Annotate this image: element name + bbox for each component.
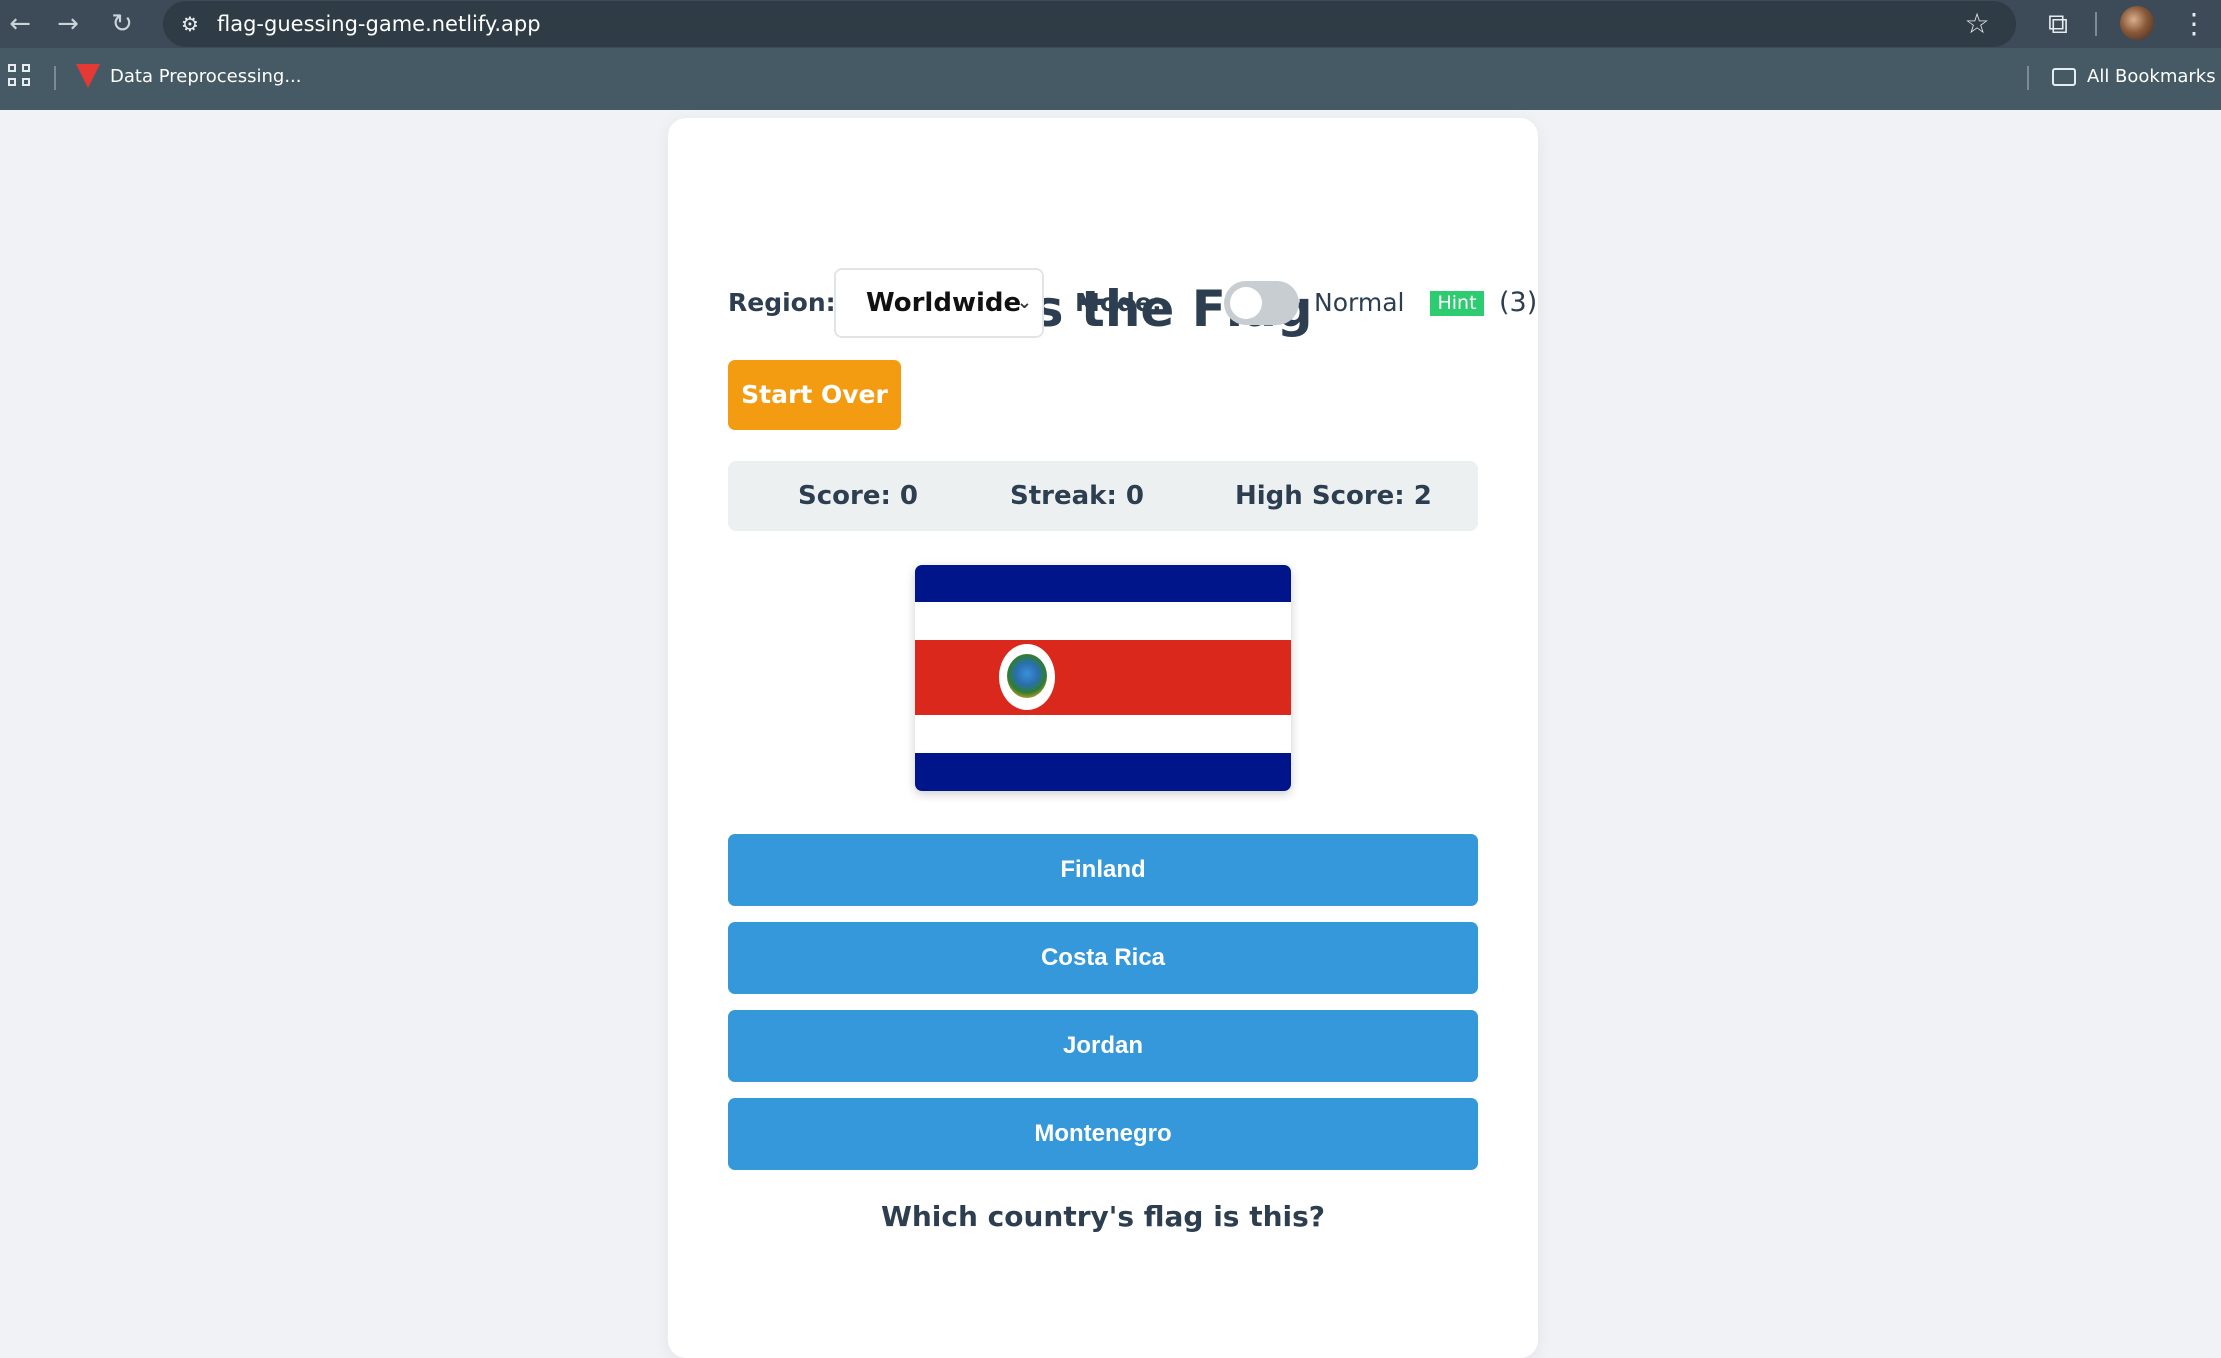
mode-value: Normal [1314,288,1405,317]
forward-icon[interactable]: → [52,8,84,40]
flag-stripe [915,753,1291,791]
region-label: Region: [728,288,836,317]
all-bookmarks-link[interactable]: All Bookmarks [2087,60,2216,94]
back-icon[interactable]: ← [4,8,36,40]
bookmark-star-icon[interactable]: ☆ [1960,7,1994,41]
high-score-value: High Score: 2 [1235,481,1432,511]
bookmarks-divider-right [2027,66,2029,90]
score-value: Score: 0 [798,481,918,511]
address-url[interactable]: flag-guessing-game.netlify.app [217,1,541,47]
coat-of-arms-icon [999,644,1055,710]
browser-toolbar: ← → ↻ ⚙ flag-guessing-game.netlify.app ☆… [0,0,2221,48]
start-over-button[interactable]: Start Over [728,360,901,430]
chevron-down-icon: ⌄ [1016,292,1032,313]
toggle-knob [1230,287,1262,319]
game-card: Guess the Flag Region: Worldwide ⌄ Mode:… [668,118,1538,1358]
menu-icon[interactable]: ⋮ [2180,6,2208,42]
mode-label: Mode: [1075,288,1162,317]
flag-stripe [915,565,1291,602]
flag-stripe [915,602,1291,640]
hint-count: (3) [1499,287,1538,318]
streak-value: Streak: 0 [1010,481,1144,511]
flag-image [915,565,1291,791]
bookmark-favicon-icon [76,64,100,88]
bookmark-item[interactable]: Data Preprocessing... [110,60,302,94]
profile-avatar[interactable] [2120,6,2154,40]
flag-stripe [915,640,1291,715]
region-select[interactable]: Worldwide ⌄ [834,268,1044,338]
apps-icon[interactable] [8,64,32,88]
score-bar: Score: 0 Streak: 0 High Score: 2 [728,461,1478,531]
flag-stripe [915,715,1291,753]
answer-button-costa-rica[interactable]: Costa Rica [728,922,1478,994]
bookmarks-bar [0,48,2221,110]
answer-button-finland[interactable]: Finland [728,834,1478,906]
address-bar[interactable]: ⚙ flag-guessing-game.netlify.app ☆ [163,1,2016,47]
hint-button[interactable]: Hint [1430,291,1484,316]
controls-row: Region: Worldwide ⌄ Mode: Normal Hint (3… [728,268,1537,338]
reload-icon[interactable]: ↻ [106,8,138,40]
extensions-icon[interactable]: ⧉ [2040,6,2076,42]
question-prompt: Which country's flag is this? [880,1200,1326,1233]
answer-button-montenegro[interactable]: Montenegro [728,1098,1478,1170]
answer-button-jordan[interactable]: Jordan [728,1010,1478,1082]
toolbar-divider [2095,12,2097,36]
bookmarks-divider [54,66,56,90]
region-selected-value: Worldwide [866,288,1022,318]
folder-icon [2052,68,2076,86]
site-info-icon[interactable]: ⚙ [177,11,203,37]
mode-toggle[interactable] [1224,281,1299,325]
